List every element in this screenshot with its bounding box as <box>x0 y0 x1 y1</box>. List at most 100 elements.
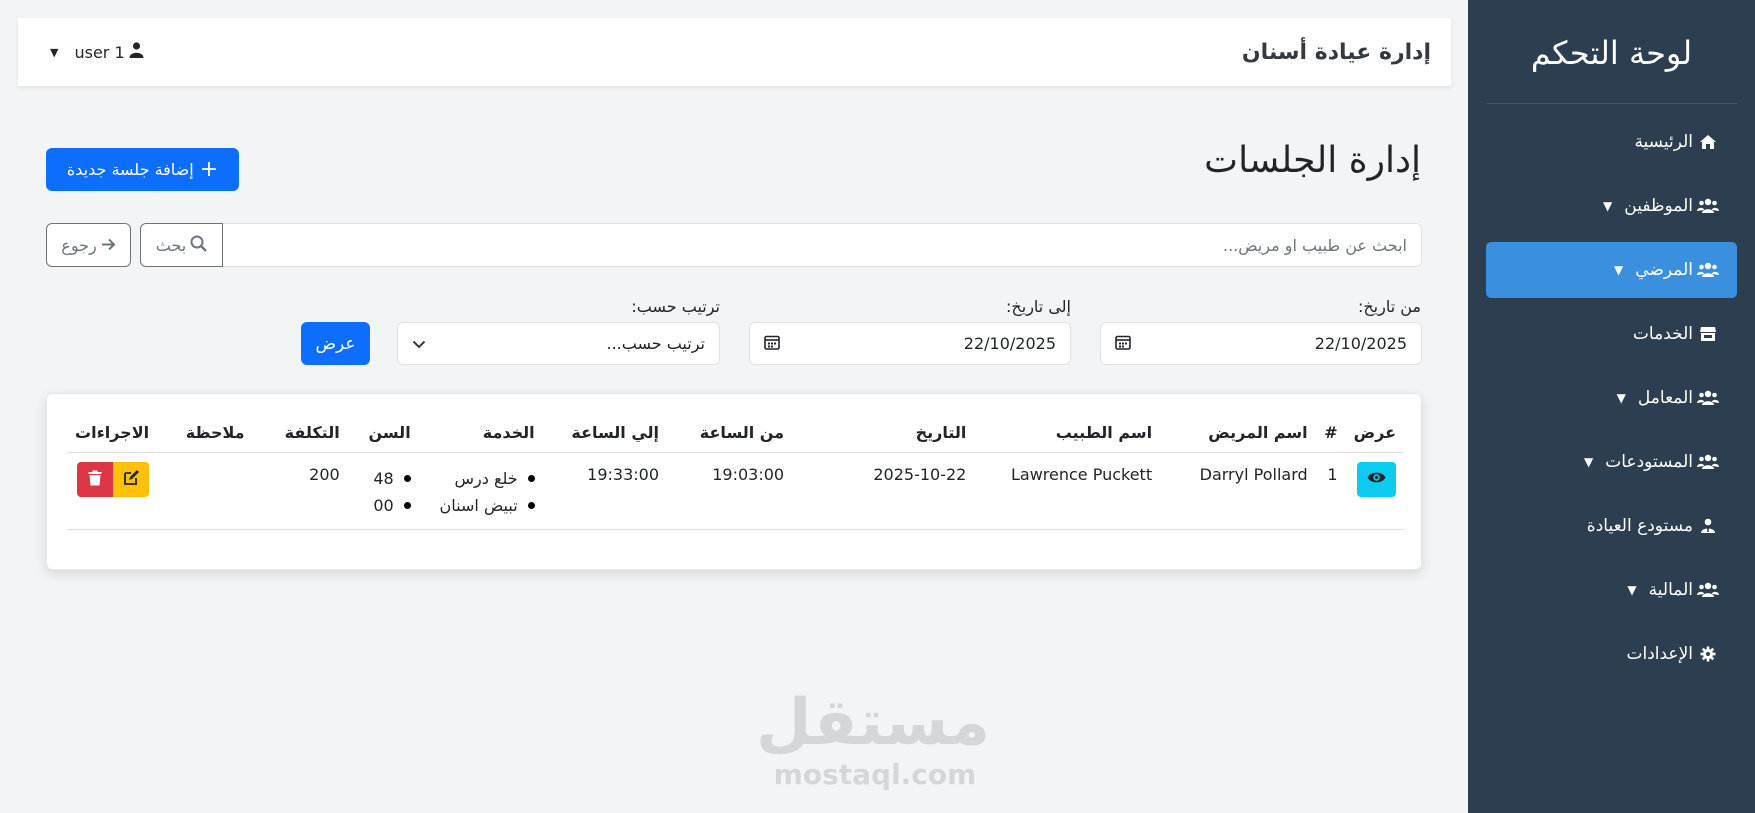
sidebar-item-label: المعامل <box>1637 388 1693 408</box>
cell-teeth: 48 00 <box>347 452 419 530</box>
cell-cost: 200 <box>252 452 348 530</box>
store-icon <box>1697 326 1719 342</box>
sidebar-item-label: الموظفين <box>1624 196 1693 216</box>
sidebar-title: لوحة التحكم <box>1486 0 1737 104</box>
delete-session-button[interactable] <box>77 461 114 497</box>
col-header-tooth: السن <box>347 414 419 453</box>
brand-title: إدارة عيادة أسنان <box>1241 39 1431 65</box>
search-input[interactable] <box>223 223 1422 267</box>
sidebar-item-finance[interactable]: المالية ▼ <box>1486 562 1737 618</box>
sort-select[interactable]: ترتيب حسب... <box>397 322 720 365</box>
sidebar-item-label: الخدمات <box>1632 324 1693 344</box>
users-icon <box>1697 262 1719 278</box>
col-header-actions: الاجراءات <box>67 414 158 453</box>
user-menu[interactable]: ▼ user 1 <box>50 42 144 62</box>
col-header-cost: التكلفة <box>252 414 348 453</box>
add-session-label: إضافة جلسة جديدة <box>66 160 194 179</box>
sidebar-item-label: الرئيسية <box>1634 132 1693 152</box>
page-title: إدارة الجلسات <box>1204 140 1421 181</box>
search-label: بحث <box>155 235 187 255</box>
sidebar-item-labs[interactable]: المعامل ▼ <box>1486 370 1737 426</box>
list-item: 00 <box>356 492 411 519</box>
cell-patient: Darryl Pollard <box>1160 452 1316 530</box>
search-icon <box>190 235 208 256</box>
caret-down-icon: ▼ <box>50 45 59 59</box>
sidebar-item-label: مستودع العيادة <box>1586 516 1693 536</box>
edit-icon <box>123 469 140 489</box>
sidebar-nav: الرئيسية الموظفين ▼ المرضي ▼ الخدمات الم… <box>1468 104 1755 682</box>
plus-icon: + <box>199 156 219 182</box>
teeth-list: 48 00 <box>356 465 411 519</box>
cell-view <box>1345 452 1404 530</box>
col-header-patient: اسم المريض <box>1160 414 1316 453</box>
from-date-value: 22/10/2025 <box>1314 334 1407 353</box>
row-actions <box>77 461 150 497</box>
back-label: رجوع <box>61 235 97 255</box>
user-tie-icon <box>1697 518 1719 534</box>
col-header-date: التاريخ <box>792 414 975 453</box>
caret-down-icon: ▼ <box>1584 455 1594 469</box>
sidebar-item-home[interactable]: الرئيسية <box>1486 114 1737 170</box>
caret-down-icon: ▼ <box>1627 583 1637 597</box>
watermark-latin: mostaql.com <box>773 758 977 791</box>
user-icon <box>129 42 144 62</box>
search-row: رجوع بحث <box>46 223 1422 267</box>
show-button[interactable]: عرض <box>301 322 370 365</box>
trash-icon <box>88 470 102 489</box>
sidebar-item-patients[interactable]: المرضي ▼ <box>1486 242 1737 298</box>
sidebar-item-services[interactable]: الخدمات <box>1486 306 1737 362</box>
from-date-input[interactable]: 22/10/2025 <box>1100 322 1422 365</box>
col-header-service: الخدمة <box>418 414 543 453</box>
sidebar-item-settings[interactable]: الإعدادات <box>1486 626 1737 682</box>
calendar-icon <box>1115 334 1131 354</box>
sort-label: ترتيب حسب: <box>631 297 720 316</box>
arrow-right-icon <box>101 236 116 255</box>
sidebar-item-label: الإعدادات <box>1626 644 1693 664</box>
col-header-note: ملاحظة <box>157 414 253 453</box>
sidebar-item-label: المرضي <box>1635 260 1693 280</box>
col-header-from-time: من الساعة <box>667 414 793 453</box>
col-header-view: عرض <box>1345 414 1404 453</box>
table-row: 1 Darryl Pollard Lawrence Puckett 2025-1… <box>67 452 1404 530</box>
edit-session-button[interactable] <box>113 461 150 497</box>
services-list: خلع درس تبيض اسنان <box>427 465 535 519</box>
users-icon <box>1697 198 1719 214</box>
back-button[interactable]: رجوع <box>46 223 131 267</box>
caret-down-icon: ▼ <box>1603 199 1613 213</box>
search-button[interactable]: بحث <box>140 223 223 267</box>
sidebar-item-warehouses[interactable]: المستودعات ▼ <box>1486 434 1737 490</box>
user-name: user 1 <box>74 42 125 62</box>
users-icon <box>1697 454 1719 470</box>
caret-down-icon: ▼ <box>1616 391 1626 405</box>
gear-icon <box>1697 646 1719 662</box>
add-session-button[interactable]: + إضافة جلسة جديدة <box>46 148 239 191</box>
col-header-num: # <box>1315 414 1346 453</box>
list-item: 48 <box>356 465 411 492</box>
col-header-to-time: إلي الساعة <box>542 414 668 453</box>
watermark: مستقل mostaql.com <box>755 686 990 792</box>
cell-doctor: Lawrence Puckett <box>974 452 1161 530</box>
view-session-button[interactable] <box>1357 461 1396 497</box>
sort-select-value: ترتيب حسب... <box>606 334 706 353</box>
sidebar: لوحة التحكم الرئيسية الموظفين ▼ المرضي ▼ <box>1468 0 1755 813</box>
chevron-down-icon <box>412 334 426 353</box>
eye-icon <box>1367 471 1386 487</box>
watermark-arabic: مستقل <box>755 686 990 760</box>
to-date-input[interactable]: 22/10/2025 <box>749 322 1071 365</box>
cell-services: خلع درس تبيض اسنان <box>418 452 543 530</box>
caret-down-icon: ▼ <box>1614 263 1624 277</box>
sidebar-item-label: المالية <box>1648 580 1693 600</box>
sidebar-item-clinic-warehouse[interactable]: مستودع العيادة <box>1486 498 1737 554</box>
list-item: خلع درس <box>427 465 535 492</box>
to-date-value: 22/10/2025 <box>963 334 1056 353</box>
topbar: ▼ user 1 إدارة عيادة أسنان <box>18 18 1451 86</box>
cell-from-time: 19:03:00 <box>667 452 793 530</box>
calendar-icon <box>764 334 780 354</box>
cell-date: 2025-10-22 <box>792 452 975 530</box>
sessions-table: عرض # اسم المريض اسم الطبيب التاريخ من ا… <box>67 414 1404 530</box>
from-date-label: من تاريخ: <box>1357 297 1421 316</box>
sidebar-item-employees[interactable]: الموظفين ▼ <box>1486 178 1737 234</box>
sessions-table-card: عرض # اسم المريض اسم الطبيب التاريخ من ا… <box>46 393 1422 570</box>
to-date-label: إلى تاريخ: <box>1006 297 1071 316</box>
table-header-row: عرض # اسم المريض اسم الطبيب التاريخ من ا… <box>67 414 1404 453</box>
